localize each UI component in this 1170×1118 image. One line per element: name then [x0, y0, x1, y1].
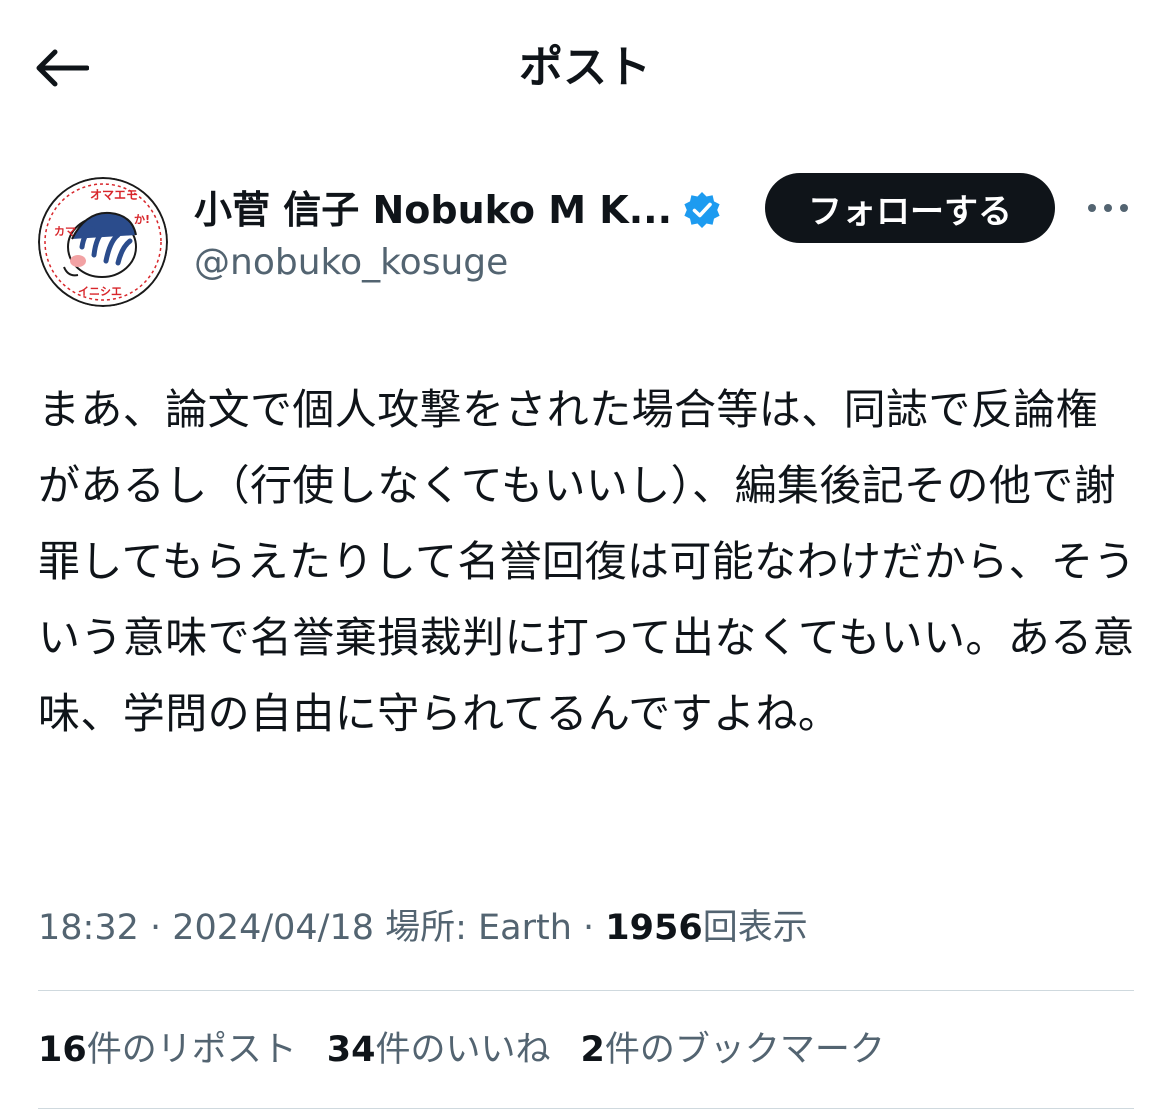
author-display-name[interactable]: 小菅 信子 Nobuko M K... [194, 185, 672, 235]
views-label: 回表示 [702, 908, 808, 948]
top-bar: ポスト [0, 0, 1170, 136]
svg-text:オマエモ: オマエモ [90, 188, 138, 202]
divider [38, 1108, 1134, 1109]
svg-text:か!: か! [134, 213, 150, 226]
post-text: まあ、論文で個人攻撃をされた場合等は、同誌で反論権があるし（行使しなくてもいいし… [38, 385, 1136, 738]
avatar-image: オマエモ カマ か! イニシエ [38, 177, 168, 307]
reposts-label: 件のリポスト [86, 1030, 297, 1070]
author-handle[interactable]: @nobuko_kosuge [194, 240, 508, 286]
views-count: 1956 [605, 908, 703, 948]
svg-text:イニシエ: イニシエ [78, 285, 122, 298]
post-time[interactable]: 18:32 [38, 908, 139, 948]
engagement-stats: 16件のリポスト 34件のいいね 2件のブックマーク [38, 1024, 915, 1076]
follow-button[interactable]: フォローする [765, 173, 1055, 243]
bookmarks-count: 2 [580, 1030, 605, 1070]
verified-badge-icon [682, 190, 722, 230]
reposts-count: 16 [38, 1030, 87, 1070]
bookmarks-label: 件のブックマーク [604, 1030, 885, 1070]
post-date[interactable]: 2024/04/18 [172, 908, 374, 948]
likes-stat[interactable]: 34件のいいね [327, 1024, 551, 1076]
meta-separator: · [138, 908, 173, 948]
meta-separator: · [571, 908, 606, 948]
page-title: ポスト [519, 42, 651, 93]
author-name-row: 小菅 信子 Nobuko M K... [194, 182, 722, 238]
reposts-stat[interactable]: 16件のリポスト [38, 1024, 297, 1076]
svg-text:カマ: カマ [54, 225, 76, 238]
more-button[interactable] [1082, 186, 1134, 230]
post-location: 場所: Earth [374, 908, 572, 948]
likes-label: 件のいいね [375, 1030, 551, 1070]
divider [38, 990, 1134, 991]
bookmarks-stat[interactable]: 2件のブックマーク [580, 1024, 884, 1076]
more-horizontal-icon [1088, 204, 1128, 212]
post-meta: 18:32 · 2024/04/18 場所: Earth · 1956回表示 [38, 902, 808, 954]
likes-count: 34 [326, 1030, 376, 1070]
author-row: オマエモ カマ か! イニシエ 小菅 信子 Nobuko M K... @nob… [0, 160, 1170, 310]
avatar[interactable]: オマエモ カマ か! イニシエ [38, 177, 168, 307]
